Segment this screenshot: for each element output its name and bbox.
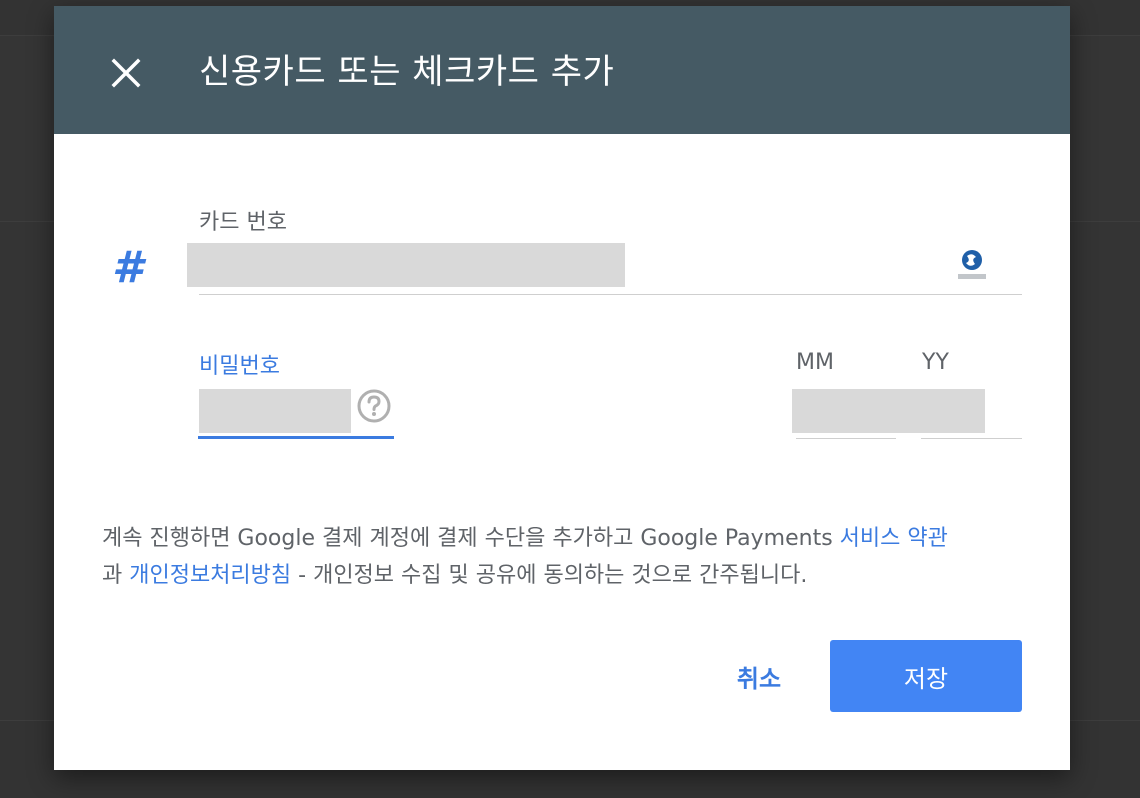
cancel-button[interactable]: 취소 [714,640,804,712]
terms-text: 계속 진행하면 Google 결제 계정에 결제 수단을 추가하고 Google… [102,526,840,551]
terms-of-service-link[interactable]: 서비스 약관 [840,526,948,551]
close-icon [111,58,141,88]
terms-text: 과 [102,563,130,588]
expiry-year-label: YY [922,350,949,375]
close-button[interactable] [104,51,148,95]
password-underline-active [198,436,394,439]
dialog-header: 신용카드 또는 체크카드 추가 [54,6,1070,134]
dialog-title: 신용카드 또는 체크카드 추가 [199,52,615,92]
expiry-month-label: MM [796,350,834,375]
terms-notice: 계속 진행하면 Google 결제 계정에 결제 수단을 추가하고 Google… [102,520,1032,594]
card-number-underline [199,294,1022,295]
expiry-year-underline [921,438,1022,439]
save-button[interactable]: 저장 [830,640,1022,712]
expiry-month-underline [796,438,896,439]
add-card-dialog: 신용카드 또는 체크카드 추가 # 카드 번호 비밀번호 MM YY 계속 진행… [54,6,1070,770]
shinhan-card-logo [958,250,986,279]
card-number-input[interactable] [187,243,625,287]
help-icon [357,389,391,423]
hash-icon: # [112,242,143,293]
expiry-date-input[interactable] [792,389,985,433]
card-number-label: 카드 번호 [199,210,287,235]
terms-text: - 개인정보 수집 및 공유에 동의하는 것으로 간주됩니다. [291,563,808,588]
password-label: 비밀번호 [199,354,280,379]
password-input[interactable] [199,389,351,433]
help-button[interactable] [356,388,392,424]
privacy-policy-link[interactable]: 개인정보처리방침 [129,563,291,588]
